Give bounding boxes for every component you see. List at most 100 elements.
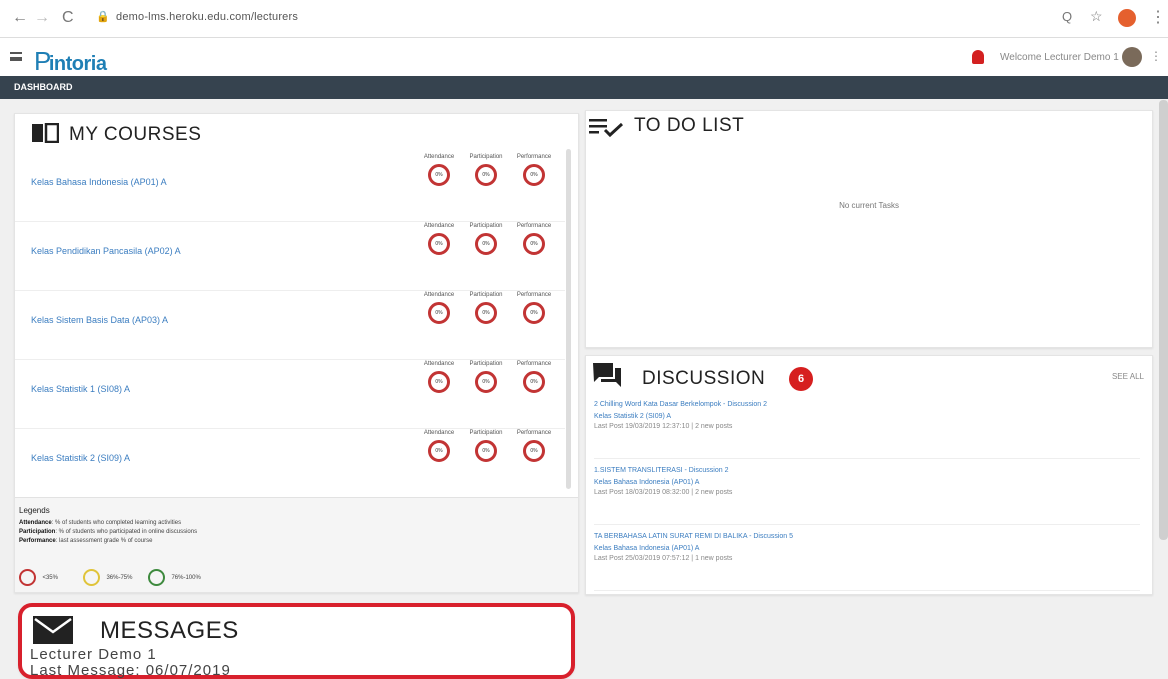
discussion-count-badge: 6 (789, 367, 813, 391)
envelope-icon (33, 616, 73, 644)
zoom-icon[interactable]: Q (1062, 9, 1072, 24)
course-metric: Attendance 0% (415, 223, 463, 260)
back-arrow-icon[interactable]: ← (12, 9, 28, 27)
metric-value: 0% (482, 310, 490, 316)
my-courses-title: MY COURSES (69, 124, 202, 145)
messages-card[interactable]: MESSAGES Lecturer Demo 1 Last Message: 0… (18, 603, 575, 679)
user-avatar[interactable] (1122, 47, 1142, 67)
metric-label: Participation (469, 154, 503, 160)
course-link[interactable]: Kelas Statistik 2 (SI09) A (31, 452, 191, 465)
discussion-item[interactable]: 1.SISTEM TRANSLITERASI - Discussion 2 Kel… (594, 467, 1140, 525)
my-courses-card: MY COURSES Kelas Bahasa Indonesia (AP01)… (14, 113, 579, 593)
course-row: Kelas Sistem Basis Data (AP03) A Attendan… (15, 288, 565, 360)
legend-line: Participation: % of students who partici… (19, 529, 198, 535)
discussion-course: Kelas Bahasa Indonesia (AP01) A (594, 545, 700, 552)
course-metric: Attendance 0% (415, 361, 463, 398)
course-row: Kelas Bahasa Indonesia (AP01) A Attendanc… (15, 150, 565, 222)
todo-title: TO DO LIST (634, 115, 745, 136)
course-metric: Attendance 0% (415, 430, 463, 467)
legend-item-mid: 36%-75% (83, 569, 132, 587)
browser-menu-icon[interactable]: ⋮ (1150, 7, 1166, 27)
metric-ring-icon: 0% (523, 440, 545, 462)
metric-ring-icon: 0% (475, 164, 497, 186)
metric-ring-icon: 0% (428, 440, 450, 462)
course-row: Kelas Pendidikan Pancasila (AP02) A Atten… (15, 219, 565, 291)
metric-label: Participation (469, 430, 503, 436)
discussion-topic-link[interactable]: TA BERBAHASA LATIN SURAT REMI DI BALIKA … (594, 533, 793, 540)
course-link[interactable]: Kelas Statistik 1 (SI08) A (31, 383, 191, 396)
course-metric: Performance 0% (510, 292, 558, 329)
course-link[interactable]: Kelas Pendidikan Pancasila (AP02) A (31, 245, 191, 258)
dashboard-breadcrumb: DASHBOARD (0, 76, 1168, 99)
see-all-link[interactable]: SEE ALL (1112, 372, 1144, 381)
page-scrollbar[interactable] (1159, 100, 1168, 540)
breadcrumb-label: DASHBOARD (14, 82, 73, 92)
course-metric: Participation 0% (462, 361, 510, 398)
metric-ring-icon: 0% (428, 371, 450, 393)
metric-label: Attendance (423, 154, 455, 160)
checklist-icon (589, 119, 624, 138)
metric-value: 0% (530, 172, 538, 178)
course-row: Kelas Statistik 2 (SI09) A Attendance 0% Pa… (15, 426, 565, 498)
metric-label: Participation (469, 223, 503, 229)
lock-icon: 🔒 (96, 11, 110, 23)
message-sender: Lecturer Demo 1 (30, 646, 157, 663)
metric-ring-icon: 0% (475, 302, 497, 324)
metric-ring-icon: 0% (523, 233, 545, 255)
course-link[interactable]: Kelas Bahasa Indonesia (AP01) A (31, 176, 191, 189)
discussion-course: Kelas Bahasa Indonesia (AP01) A (594, 479, 700, 486)
discussion-card: DISCUSSION 6 SEE ALL 2 Chilling Word Kat… (585, 355, 1153, 595)
metric-label: Participation (469, 292, 503, 298)
course-metric: Attendance 0% (415, 154, 463, 191)
metric-ring-icon: 0% (523, 164, 545, 186)
metric-ring-icon: 0% (475, 233, 497, 255)
legend-title: Legends (19, 506, 50, 515)
metric-value: 0% (482, 241, 490, 247)
discussion-item[interactable]: 2 Chilling Word Kata Dasar Berkelompok -… (594, 401, 1140, 459)
hamburger-menu-icon[interactable] (10, 52, 22, 61)
extension-icon[interactable] (1118, 9, 1136, 27)
discussion-title: DISCUSSION (642, 368, 766, 389)
app-logo[interactable]: Pintoria (34, 46, 107, 77)
metric-value: 0% (530, 379, 538, 385)
metric-value: 0% (435, 310, 443, 316)
course-metric: Performance 0% (510, 430, 558, 467)
courses-scrollbar[interactable] (566, 149, 571, 489)
discussion-last-post: Last Post 19/03/2019 12:37:10 | 2 new po… (594, 423, 733, 430)
discussion-topic-link[interactable]: 1.SISTEM TRANSLITERASI - Discussion 2 (594, 467, 728, 474)
metric-ring-icon: 0% (428, 164, 450, 186)
user-menu-icon[interactable]: ⋮ (1150, 49, 1162, 63)
forward-arrow-icon[interactable]: → (34, 9, 50, 27)
course-link[interactable]: Kelas Sistem Basis Data (AP03) A (31, 314, 191, 327)
metric-label: Performance (516, 361, 552, 367)
course-metric: Participation 0% (462, 154, 510, 191)
discussion-item[interactable]: TA BERBAHASA LATIN SURAT REMI DI BALIKA … (594, 533, 1140, 591)
bookmark-star-icon[interactable]: ☆ (1090, 8, 1103, 25)
metric-ring-icon: 0% (428, 302, 450, 324)
notification-bell-icon[interactable] (972, 50, 984, 64)
metric-value: 0% (530, 448, 538, 454)
legend-low-circle-icon (19, 569, 36, 587)
course-metric: Participation 0% (462, 430, 510, 467)
course-metric: Performance 0% (510, 361, 558, 398)
legend-line: Performance: last assessment grade % of … (19, 538, 153, 544)
app-header: Pintoria Welcome Lecturer Demo 1 ⋮ (0, 38, 1168, 76)
legend-item-high: 76%-100% (148, 569, 201, 587)
course-metric: Performance 0% (510, 154, 558, 191)
metric-label: Performance (516, 223, 552, 229)
browser-toolbar: ← → C 🔒 demo-lms.heroku.edu.com/lecturer… (0, 0, 1168, 38)
metric-value: 0% (482, 448, 490, 454)
welcome-text: Welcome Lecturer Demo 1 (1000, 52, 1119, 63)
metric-value: 0% (435, 379, 443, 385)
metric-label: Attendance (423, 361, 455, 367)
legend-high-circle-icon (148, 569, 165, 587)
metric-value: 0% (482, 379, 490, 385)
reload-icon[interactable]: C (62, 9, 74, 27)
metric-ring-icon: 0% (475, 440, 497, 462)
metric-ring-icon: 0% (475, 371, 497, 393)
legend-panel: Legends Attendance: % of students who co… (15, 497, 578, 592)
metric-value: 0% (530, 310, 538, 316)
discussion-topic-link[interactable]: 2 Chilling Word Kata Dasar Berkelompok -… (594, 401, 767, 408)
address-bar[interactable]: 🔒 demo-lms.heroku.edu.com/lecturers (90, 6, 1050, 30)
discussion-last-post: Last Post 18/03/2019 08:32:00 | 2 new po… (594, 489, 733, 496)
